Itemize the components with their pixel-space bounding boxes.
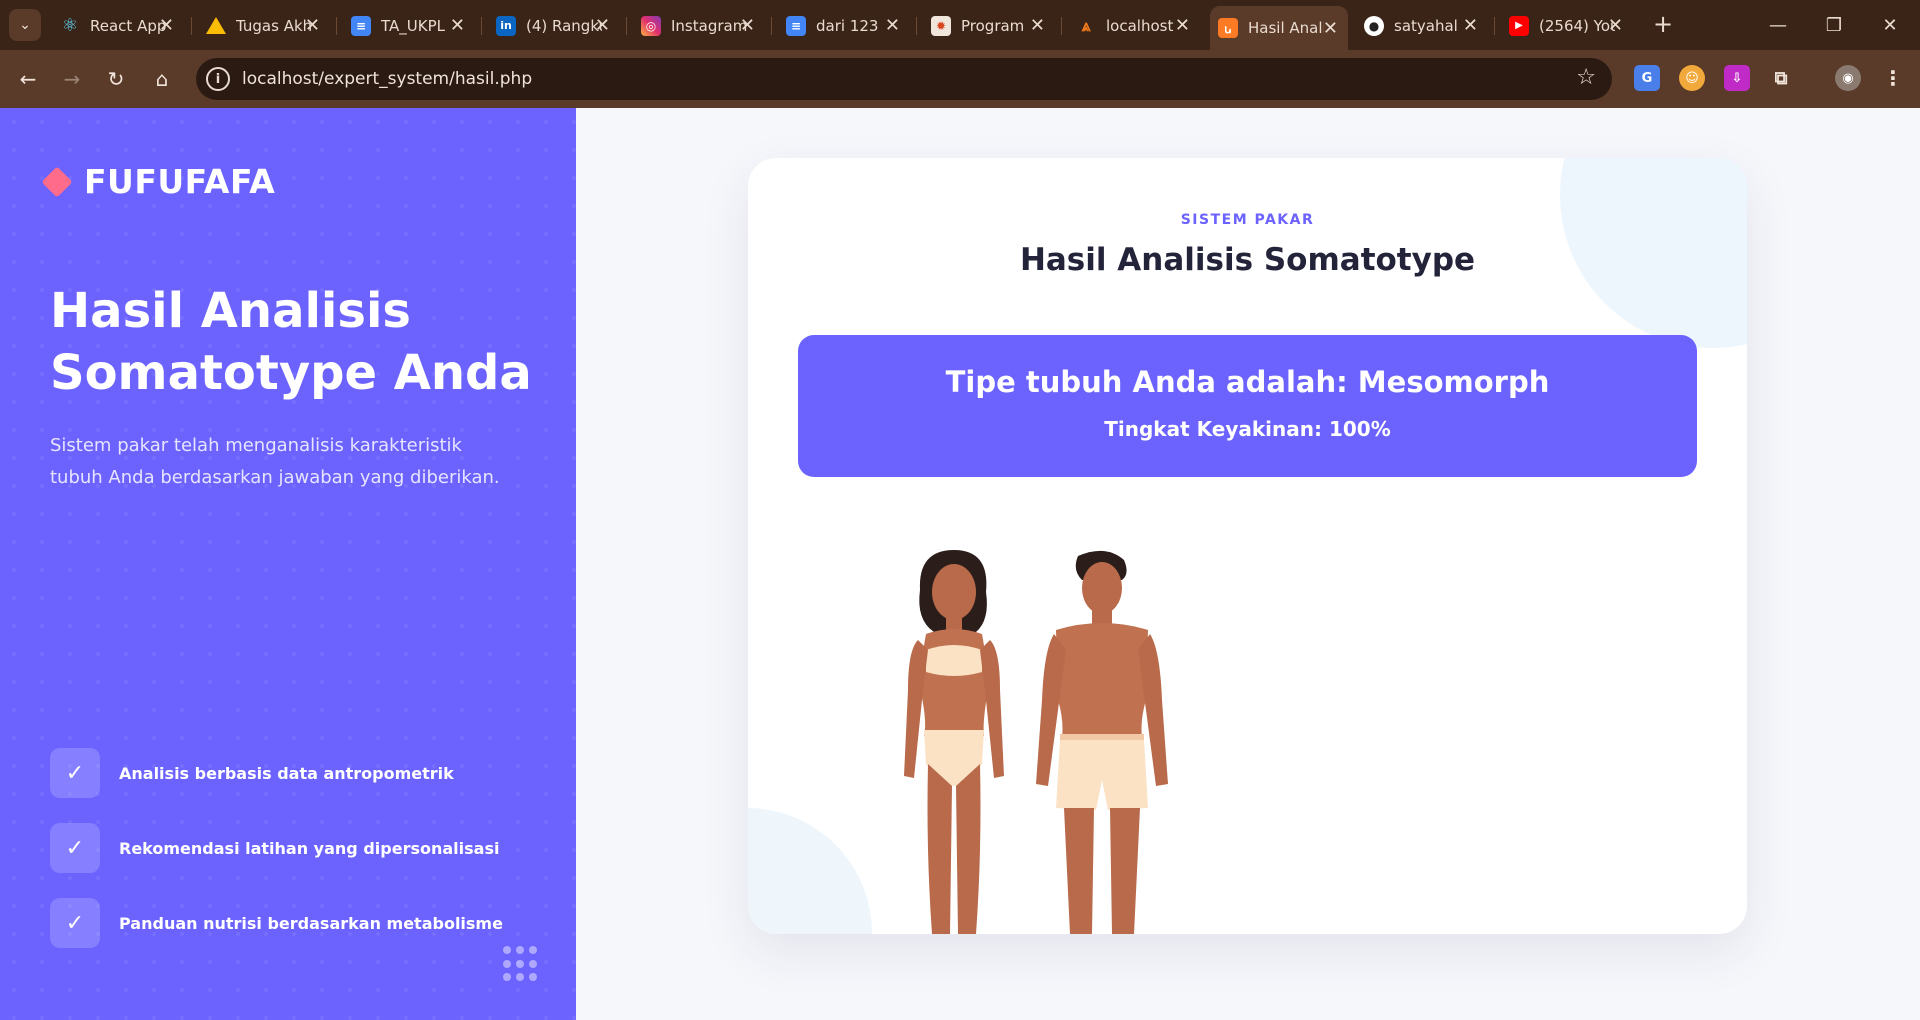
- decorative-circle: [748, 808, 872, 934]
- address-bar[interactable]: i localhost/expert_system/hasil.php ☆: [196, 58, 1612, 100]
- tab-title: (4) Rangkuman: [526, 16, 602, 35]
- tab-title: Hasil Analisis: [1248, 19, 1324, 37]
- browser-menu-icon[interactable]: ⋮: [1880, 65, 1906, 91]
- feature-label: Panduan nutrisi berdasarkan metabolisme: [119, 913, 503, 933]
- restore-window-icon[interactable]: ❐: [1814, 10, 1854, 40]
- instagram-icon: ◎: [641, 15, 661, 36]
- result-body-type: Tipe tubuh Anda adalah: Mesomorph: [945, 365, 1550, 399]
- google-docs-icon: ≡: [351, 15, 371, 36]
- close-tab-icon[interactable]: ✕: [1608, 15, 1623, 36]
- forward-arrow-icon[interactable]: →: [56, 63, 88, 95]
- download-extension-icon[interactable]: ⇩: [1724, 65, 1750, 91]
- react-icon: ⚛: [61, 15, 79, 36]
- back-arrow-icon[interactable]: ←: [12, 63, 44, 95]
- linkedin-icon: in: [496, 15, 516, 36]
- card-eyebrow: SISTEM PAKAR: [1180, 212, 1315, 228]
- female-figure: [904, 550, 1004, 934]
- browser-tab[interactable]: ≡ dari 123 ✕: [778, 9, 910, 42]
- card-title: Hasil Analisis Somatotype: [1019, 242, 1476, 278]
- browser-tab[interactable]: ≡ TA_UKPL ✕: [343, 9, 475, 42]
- google-docs-icon: ≡: [786, 15, 806, 36]
- close-tab-icon[interactable]: ✕: [885, 15, 900, 36]
- close-tab-icon[interactable]: ✕: [1463, 15, 1478, 36]
- program-icon: ✹: [931, 15, 951, 36]
- check-icon: ✓: [50, 823, 100, 873]
- close-tab-icon[interactable]: ✕: [595, 15, 610, 36]
- sidebar-description: Sistem pakar telah menganalisis karakter…: [50, 435, 500, 488]
- brand-logo[interactable]: FUFUFAFA: [41, 162, 276, 201]
- browser-tab[interactable]: ⚛ React App ✕: [52, 9, 184, 42]
- check-icon: ✓: [50, 748, 100, 798]
- tab-title: dari 123: [816, 16, 879, 35]
- url-text[interactable]: localhost/expert_system/hasil.php: [242, 69, 532, 89]
- browser-tab-bar: ⌄ ⚛ React App ✕ Tugas Akhir ✕ ≡ TA_UKPL …: [0, 0, 1920, 50]
- body-types-illustration: [904, 550, 1168, 934]
- minimize-window-icon[interactable]: —: [1758, 10, 1798, 40]
- close-tab-icon[interactable]: ✕: [1030, 15, 1045, 36]
- reload-icon[interactable]: ↻: [100, 63, 132, 95]
- site-info-icon[interactable]: i: [206, 67, 230, 91]
- result-banner: Tipe tubuh Anda adalah: Mesomorph Tingka…: [798, 335, 1697, 477]
- close-tab-icon[interactable]: ✕: [740, 15, 755, 36]
- tab-search-dropdown-icon[interactable]: ⌄: [9, 9, 41, 41]
- diamond-logo-icon: [41, 165, 73, 198]
- home-icon[interactable]: ⌂: [146, 63, 178, 95]
- xampp-icon: ꭎ: [1218, 18, 1238, 38]
- browser-tab[interactable]: ▶ (2564) YouTube ✕: [1501, 9, 1633, 42]
- result-card: SISTEM PAKAR Hasil Analisis Somatotype T…: [748, 158, 1747, 934]
- check-icon: ✓: [50, 898, 100, 948]
- close-tab-icon[interactable]: ✕: [450, 15, 465, 36]
- page-content: FUFUFAFA Hasil Analisis Somatotype Anda …: [0, 108, 1920, 1020]
- feature-item: ✓ Panduan nutrisi berdasarkan metabolism…: [50, 898, 503, 948]
- feature-item: ✓ Rekomendasi latihan yang dipersonalisa…: [50, 823, 499, 873]
- tab-title: (2564) YouTube: [1539, 16, 1615, 35]
- google-drive-icon: [206, 17, 226, 34]
- sidebar-panel: FUFUFAFA Hasil Analisis Somatotype Anda …: [0, 108, 576, 1020]
- google-translate-icon[interactable]: G: [1634, 65, 1660, 91]
- github-icon: ●: [1364, 15, 1384, 36]
- close-tab-icon[interactable]: ✕: [1175, 15, 1190, 36]
- tab-title: Tugas Akhir: [236, 16, 312, 35]
- profile-avatar[interactable]: ◉: [1835, 65, 1861, 91]
- feature-label: Rekomendasi latihan yang dipersonalisasi: [119, 838, 500, 858]
- sidebar-title: Hasil Analisis Somatotype Anda: [50, 283, 532, 401]
- feature-item: ✓ Analisis berbasis data antropometrik: [50, 748, 454, 798]
- browser-tab-active[interactable]: ꭎ Hasil Analisis ✕: [1210, 6, 1348, 50]
- bookmark-star-icon[interactable]: ☆: [1576, 65, 1596, 90]
- browser-tab[interactable]: ⩓ localhost ✕: [1068, 9, 1200, 42]
- male-figure: [1036, 550, 1168, 934]
- new-tab-button[interactable]: +: [1648, 9, 1678, 39]
- browser-tab[interactable]: ◎ Instagram ✕: [633, 9, 765, 42]
- close-tab-icon[interactable]: ✕: [1323, 18, 1338, 39]
- browser-tab[interactable]: in (4) Rangkuman ✕: [488, 9, 620, 42]
- tab-title: TA_UKPL: [381, 16, 445, 35]
- tab-title: satyahal: [1394, 16, 1458, 35]
- browser-tab[interactable]: Tugas Akhir ✕: [198, 9, 330, 42]
- feature-label: Analisis berbasis data antropometrik: [119, 763, 454, 783]
- extensions-puzzle-icon[interactable]: ⧉: [1768, 65, 1794, 91]
- dots-grid-icon: [503, 946, 539, 982]
- brand-name: FUFUFAFA: [84, 162, 276, 201]
- result-confidence: Tingkat Keyakinan: 100%: [1104, 417, 1391, 441]
- youtube-icon: ▶: [1509, 15, 1529, 36]
- tab-title: React App: [90, 16, 166, 35]
- extension-monkey-icon[interactable]: ☺: [1679, 65, 1705, 91]
- browser-tab[interactable]: ✹ Program ✕: [923, 9, 1055, 42]
- tab-title: Program: [961, 16, 1025, 35]
- tab-title: Instagram: [671, 16, 747, 35]
- close-tab-icon[interactable]: ✕: [159, 15, 174, 36]
- tab-title: localhost: [1106, 16, 1174, 35]
- browser-toolbar: ← → ↻ ⌂ i localhost/expert_system/hasil.…: [0, 50, 1920, 108]
- close-window-icon[interactable]: ✕: [1870, 10, 1910, 40]
- close-tab-icon[interactable]: ✕: [305, 15, 320, 36]
- xampp-icon: ⩓: [1081, 15, 1091, 35]
- browser-tab[interactable]: ● satyahal ✕: [1356, 9, 1488, 42]
